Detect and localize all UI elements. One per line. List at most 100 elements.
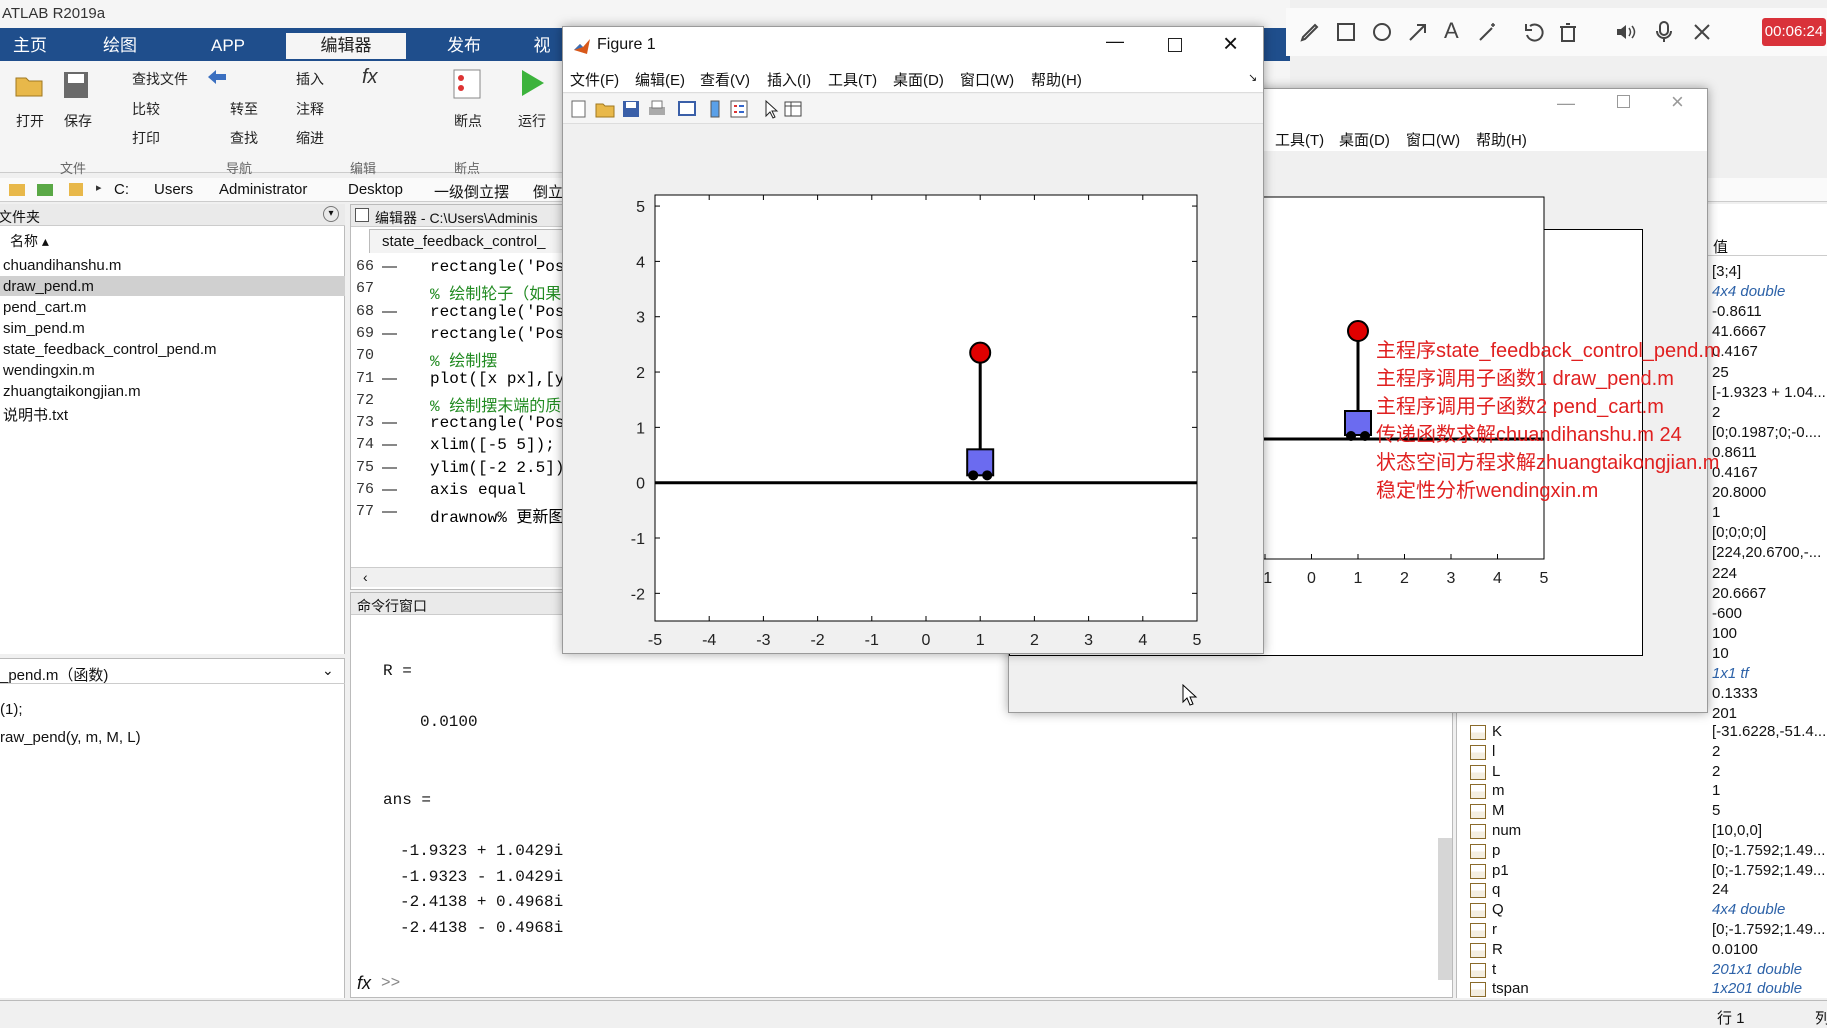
tab-plots[interactable]: 绘图 [66, 33, 174, 59]
file-item[interactable]: pend_cart.m [3, 299, 86, 316]
tab-publish[interactable]: 发布 [412, 33, 516, 59]
workspace-variable-name[interactable]: l [1492, 743, 1495, 760]
file-item[interactable]: state_feedback_control_pend.m [3, 341, 216, 358]
circle-icon[interactable] [1370, 20, 1394, 44]
figure-1-menu-item[interactable]: 桌面(D) [893, 69, 944, 90]
minimize-icon[interactable]: — [1106, 31, 1124, 52]
file-item[interactable]: chuandihanshu.m [3, 257, 121, 274]
code-line[interactable]: rectangle('Posi [430, 325, 574, 343]
name-column-header[interactable]: 名称 ▴ [10, 231, 49, 251]
new-figure-icon[interactable] [569, 99, 589, 119]
close-icon[interactable]: × [1223, 28, 1238, 59]
code-line[interactable]: ylim([-2 2.5]); [430, 459, 574, 477]
save-figure-icon[interactable] [621, 99, 641, 119]
find-button[interactable]: 查找 [230, 128, 258, 148]
undo-icon[interactable] [1522, 20, 1546, 44]
scroll-left-icon[interactable]: ‹ [363, 569, 368, 585]
workspace-variable-name[interactable]: t [1492, 961, 1496, 978]
microphone-icon[interactable] [1652, 20, 1676, 44]
speaker-icon[interactable] [1614, 20, 1638, 44]
panel-menu-icon[interactable]: ▾ [323, 206, 339, 222]
breadcrumb-3[interactable]: Desktop [348, 181, 403, 198]
workspace-scrollbar[interactable] [1438, 840, 1452, 980]
workspace-variable-name[interactable]: R [1492, 941, 1503, 958]
breadcrumb-2[interactable]: Administrator [219, 181, 307, 198]
arrow-icon[interactable] [1406, 20, 1430, 44]
file-item[interactable]: wendingxin.m [3, 362, 95, 379]
workspace-variable-name[interactable]: q [1492, 881, 1500, 898]
file-item[interactable]: 说明书.txt [3, 404, 68, 425]
fig2-menu-help[interactable]: 帮助(H) [1476, 129, 1527, 150]
figure-1-window[interactable]: Figure 1 — × ↘ -5 -4 -3 -2 -1 0 1 2 3 4 5 5 4 3 2 1 0 -1-… [562, 26, 1264, 654]
find-files-button[interactable]: 查找文件 [132, 69, 188, 89]
legend-icon[interactable] [729, 99, 749, 119]
workspace-variable-name[interactable]: Q [1492, 901, 1504, 918]
magic-wand-icon[interactable] [1476, 20, 1500, 44]
command-prompt[interactable]: >> [381, 974, 400, 992]
file-item-selected[interactable]: draw_pend.m [3, 278, 94, 295]
figure-1-menu-item[interactable]: 窗口(W) [960, 69, 1014, 90]
comment-button[interactable]: 注释 [296, 99, 324, 119]
print-figure-icon[interactable] [647, 99, 667, 119]
file-item[interactable]: sim_pend.m [3, 320, 85, 337]
file-item[interactable]: zhuangtaikongjian.m [3, 383, 141, 400]
open-button[interactable]: 打开 [16, 111, 44, 131]
workspace-variable-name[interactable]: M [1492, 802, 1505, 819]
maximize-icon[interactable] [1168, 38, 1182, 52]
fx-prompt-icon[interactable]: fx [357, 973, 371, 994]
compare-button[interactable]: 比较 [132, 99, 160, 119]
tab-apps[interactable]: APP [176, 33, 280, 59]
code-line[interactable]: drawnow% 更新图 [430, 503, 564, 527]
breakpoints-button[interactable]: 断点 [454, 111, 482, 131]
workspace-variable-name[interactable]: r [1492, 921, 1497, 938]
text-tool-icon[interactable]: A [1444, 18, 1459, 44]
colorbar-icon[interactable] [705, 99, 725, 119]
code-line[interactable]: plot([x px],[y [430, 370, 564, 388]
close-icon[interactable] [1690, 20, 1714, 44]
breadcrumb-5[interactable]: 倒立 [533, 181, 563, 202]
figure-1-menu-item[interactable]: 工具(T) [828, 69, 877, 90]
code-line[interactable]: xlim([-5 5]); [430, 436, 555, 454]
value-column-header[interactable]: 值 [1713, 236, 1728, 257]
workspace-variable-name[interactable]: p [1492, 842, 1500, 859]
breadcrumb-4[interactable]: 一级倒立摆 [434, 181, 509, 202]
pen-icon[interactable] [1298, 20, 1322, 44]
trash-icon[interactable] [1556, 20, 1580, 44]
tab-home[interactable]: 主页 [0, 33, 60, 59]
workspace-variable-name[interactable]: num [1492, 822, 1521, 839]
code-line[interactable]: % 绘制轮子（如果 [430, 280, 561, 304]
link-plot-icon[interactable] [677, 99, 697, 119]
figure-1-menu-item[interactable]: 插入(I) [767, 69, 811, 90]
workspace-variable-name[interactable]: tspan [1492, 980, 1529, 997]
workspace-variable-name[interactable]: m [1492, 782, 1505, 799]
code-line[interactable]: rectangle('Posi [430, 303, 574, 321]
save-button[interactable]: 保存 [64, 111, 92, 131]
code-line[interactable]: % 绘制摆末端的质 [430, 392, 561, 416]
dock-arrow-icon[interactable]: ↘ [1248, 71, 1257, 84]
tab-view[interactable]: 视 [522, 33, 562, 59]
go-to-button[interactable]: 转至 [230, 99, 258, 119]
insert-button[interactable]: 插入 [296, 69, 324, 89]
code-line[interactable]: % 绘制摆 [430, 347, 497, 371]
workspace-variable-name[interactable]: K [1492, 723, 1502, 740]
breadcrumb-0[interactable]: C: [114, 181, 129, 198]
fig2-menu-window[interactable]: 窗口(W) [1406, 129, 1460, 150]
open-file-icon[interactable] [595, 99, 615, 119]
code-line[interactable]: axis equal [430, 481, 526, 499]
indent-button[interactable]: 缩进 [296, 128, 324, 148]
breadcrumb-1[interactable]: Users [154, 181, 193, 198]
run-button[interactable]: 运行 [518, 111, 546, 131]
print-button[interactable]: 打印 [132, 128, 160, 148]
workspace-variable-name[interactable]: L [1492, 763, 1500, 780]
workspace-variable-name[interactable]: p1 [1492, 862, 1509, 879]
tab-editor[interactable]: 编辑器 [286, 33, 406, 59]
details-header[interactable]: _pend.m（函数) ⌄ [0, 662, 345, 684]
chevron-down-icon[interactable]: ⌄ [322, 662, 334, 679]
figure-1-menu-item[interactable]: 文件(F) [570, 69, 619, 90]
figure-1-menu-item[interactable]: 查看(V) [700, 69, 750, 90]
code-line[interactable]: rectangle('Posi [430, 414, 574, 432]
code-line[interactable]: rectangle('Posi [430, 258, 574, 276]
rectangle-icon[interactable] [1334, 20, 1358, 44]
fig2-menu-tools[interactable]: 工具(T) [1275, 129, 1324, 150]
pointer-icon[interactable] [761, 99, 781, 119]
